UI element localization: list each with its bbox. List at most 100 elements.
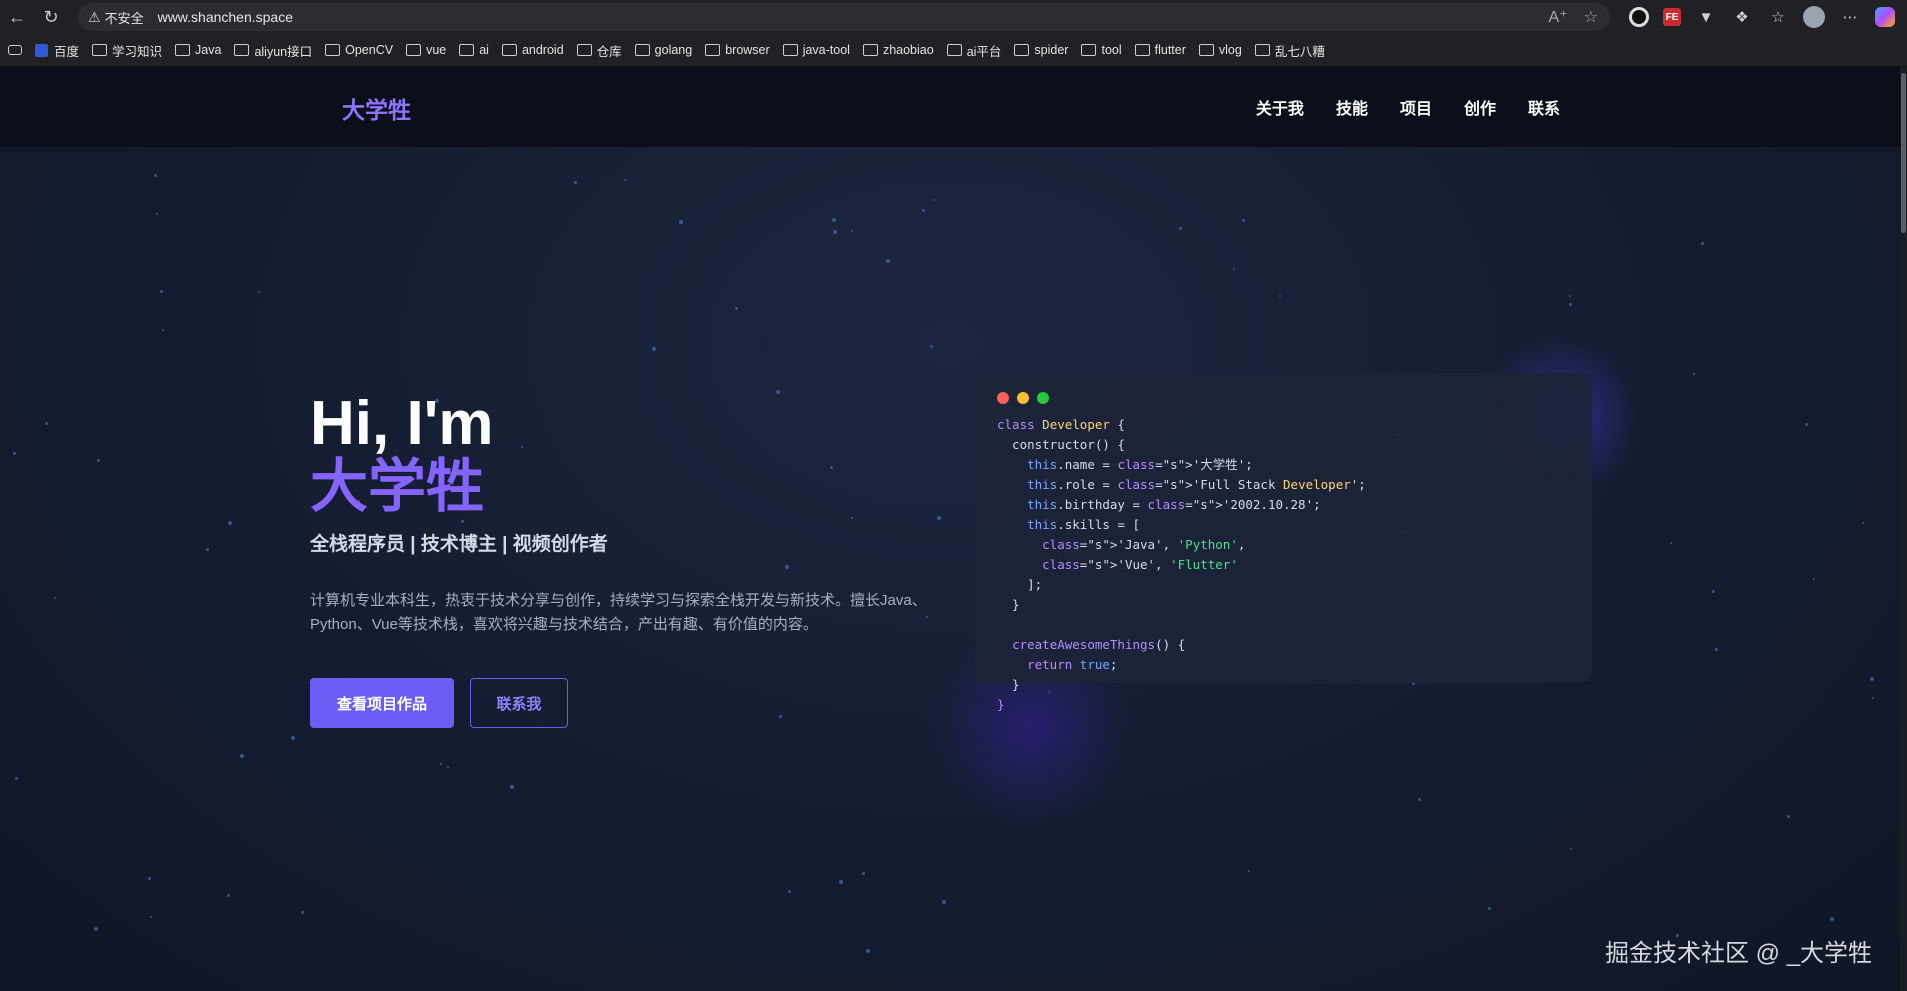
star-dot [788, 890, 791, 893]
extension-fe-icon[interactable]: FE [1663, 8, 1681, 26]
bookmark-folder[interactable]: vlog [1198, 43, 1242, 57]
folder-icon [175, 44, 191, 56]
folder-icon [576, 44, 592, 56]
star-dot [150, 916, 152, 918]
nav-item-contact[interactable]: 联系 [1528, 95, 1560, 119]
bookmark-baidu[interactable]: 百度 [35, 41, 79, 60]
star-dot [779, 715, 782, 718]
bookmarks-toggle-icon[interactable] [8, 45, 22, 55]
bookmark-folder[interactable]: browser [705, 43, 770, 57]
star-dot [521, 446, 523, 448]
star-dot [1872, 697, 1874, 699]
contact-me-button[interactable]: 联系我 [470, 678, 568, 728]
nav-item-skills[interactable]: 技能 [1336, 95, 1368, 119]
hero-description: 计算机专业本科生，热衷于技术分享与创作，持续学习与探索全栈开发与新技术。擅长Ja… [310, 592, 927, 633]
star-dot [15, 777, 18, 780]
folder-icon [1014, 44, 1030, 56]
site-navbar: 大学牲 关于我 技能 项目 创作 联系 [0, 67, 1900, 147]
bookmark-folder[interactable]: 乱七八糟 [1254, 41, 1325, 60]
star-dot [1701, 242, 1704, 245]
star-dot [97, 459, 100, 462]
star-dot [1693, 373, 1695, 375]
nav-item-creations[interactable]: 创作 [1464, 95, 1496, 119]
star-dot [510, 785, 514, 789]
bookmark-folder[interactable]: aliyun接口 [234, 41, 312, 60]
star-dot [1179, 227, 1182, 230]
star-dot [228, 521, 232, 525]
more-menu-icon[interactable]: ⋯ [1839, 6, 1861, 28]
star-dot [866, 949, 870, 953]
bookmark-folder[interactable]: 学习知识 [92, 41, 162, 60]
star-dot [1570, 848, 1572, 850]
address-bar[interactable]: ⚠ 不安全 www.shanchen.space A⁺ ☆ [78, 3, 1610, 31]
star-dot [461, 520, 464, 523]
star-dot [886, 259, 890, 263]
bookmark-folder[interactable]: flutter [1134, 43, 1186, 57]
browser-toolbar: ← ↻ ⚠ 不安全 www.shanchen.space A⁺ ☆ FE ▼ ❖… [0, 0, 1907, 34]
star-dot [679, 220, 683, 224]
extensions-puzzle-icon[interactable]: ❖ [1731, 6, 1753, 28]
star-dot [930, 345, 933, 348]
star-dot [735, 307, 738, 310]
read-aloud-icon[interactable]: A⁺ [1549, 7, 1568, 27]
code-snippet: class Developer { constructor() { this.n… [997, 417, 1366, 712]
extension-v-icon[interactable]: ▼ [1695, 6, 1717, 28]
url-text[interactable]: www.shanchen.space [158, 9, 293, 25]
favorites-icon[interactable]: ☆ [1767, 6, 1789, 28]
warning-icon: ⚠ [88, 8, 101, 25]
star-dot [1830, 917, 1834, 921]
bookmark-folder[interactable]: Java [175, 43, 221, 57]
back-icon[interactable]: ← [0, 0, 34, 34]
site-logo[interactable]: 大学牲 [342, 91, 411, 125]
star-dot [1813, 578, 1815, 580]
star-dot [832, 218, 836, 222]
star-dot [830, 466, 833, 469]
hero-name: 大学牲 [310, 454, 485, 519]
bookmark-folder[interactable]: ai [459, 43, 489, 57]
reload-icon[interactable]: ↻ [34, 0, 68, 34]
nav-item-projects[interactable]: 项目 [1400, 95, 1432, 119]
baidu-icon [35, 43, 48, 57]
bookmark-folder[interactable]: 仓库 [576, 41, 622, 60]
star-dot [1787, 815, 1790, 818]
star-dot [1805, 423, 1808, 426]
star-dot [933, 199, 935, 201]
bookmark-folder[interactable]: tool [1081, 43, 1122, 57]
folder-icon [234, 44, 250, 56]
bookmark-folder[interactable]: android [501, 43, 564, 57]
bookmark-folder[interactable]: spider [1014, 43, 1068, 57]
star-dot [13, 452, 16, 455]
star-dot [1248, 870, 1250, 872]
star-dot [291, 736, 295, 740]
bookmark-folder[interactable]: vue [406, 43, 446, 57]
folder-icon [1081, 44, 1097, 56]
extension-circle-icon[interactable] [1629, 7, 1649, 27]
profile-avatar[interactable] [1803, 6, 1825, 28]
copilot-icon[interactable] [1875, 7, 1895, 27]
page-scrollbar[interactable] [1900, 67, 1907, 991]
nav-item-about[interactable]: 关于我 [1256, 95, 1304, 119]
folder-icon [946, 44, 962, 56]
favorite-star-icon[interactable]: ☆ [1584, 7, 1598, 27]
star-dot [258, 291, 260, 293]
star-dot [624, 179, 626, 181]
nav-menu: 关于我 技能 项目 创作 联系 [1256, 95, 1560, 119]
star-dot [447, 766, 449, 768]
star-dot [785, 565, 789, 569]
bookmark-folder[interactable]: zhaobiao [862, 43, 934, 57]
webpage: 大学牲 关于我 技能 项目 创作 联系 Hi, I'm 大学牲 全栈程序员 | … [0, 67, 1900, 991]
bookmark-folder[interactable]: java-tool [782, 43, 850, 57]
folder-icon [1254, 44, 1270, 56]
star-dot [1670, 542, 1672, 544]
bookmark-folder[interactable]: golang [634, 43, 692, 57]
folder-icon [862, 44, 878, 56]
minimize-dot-icon [1017, 392, 1029, 404]
bookmarks-bar: 百度 学习知识 Java aliyun接口 OpenCV vue ai andr… [0, 34, 1907, 67]
maximize-dot-icon [1037, 392, 1049, 404]
scrollbar-thumb[interactable] [1901, 73, 1906, 233]
star-dot [1569, 303, 1572, 306]
bookmark-folder[interactable]: ai平台 [946, 41, 1001, 60]
star-dot [942, 900, 946, 904]
view-projects-button[interactable]: 查看项目作品 [310, 678, 454, 728]
bookmark-folder[interactable]: OpenCV [325, 43, 393, 57]
